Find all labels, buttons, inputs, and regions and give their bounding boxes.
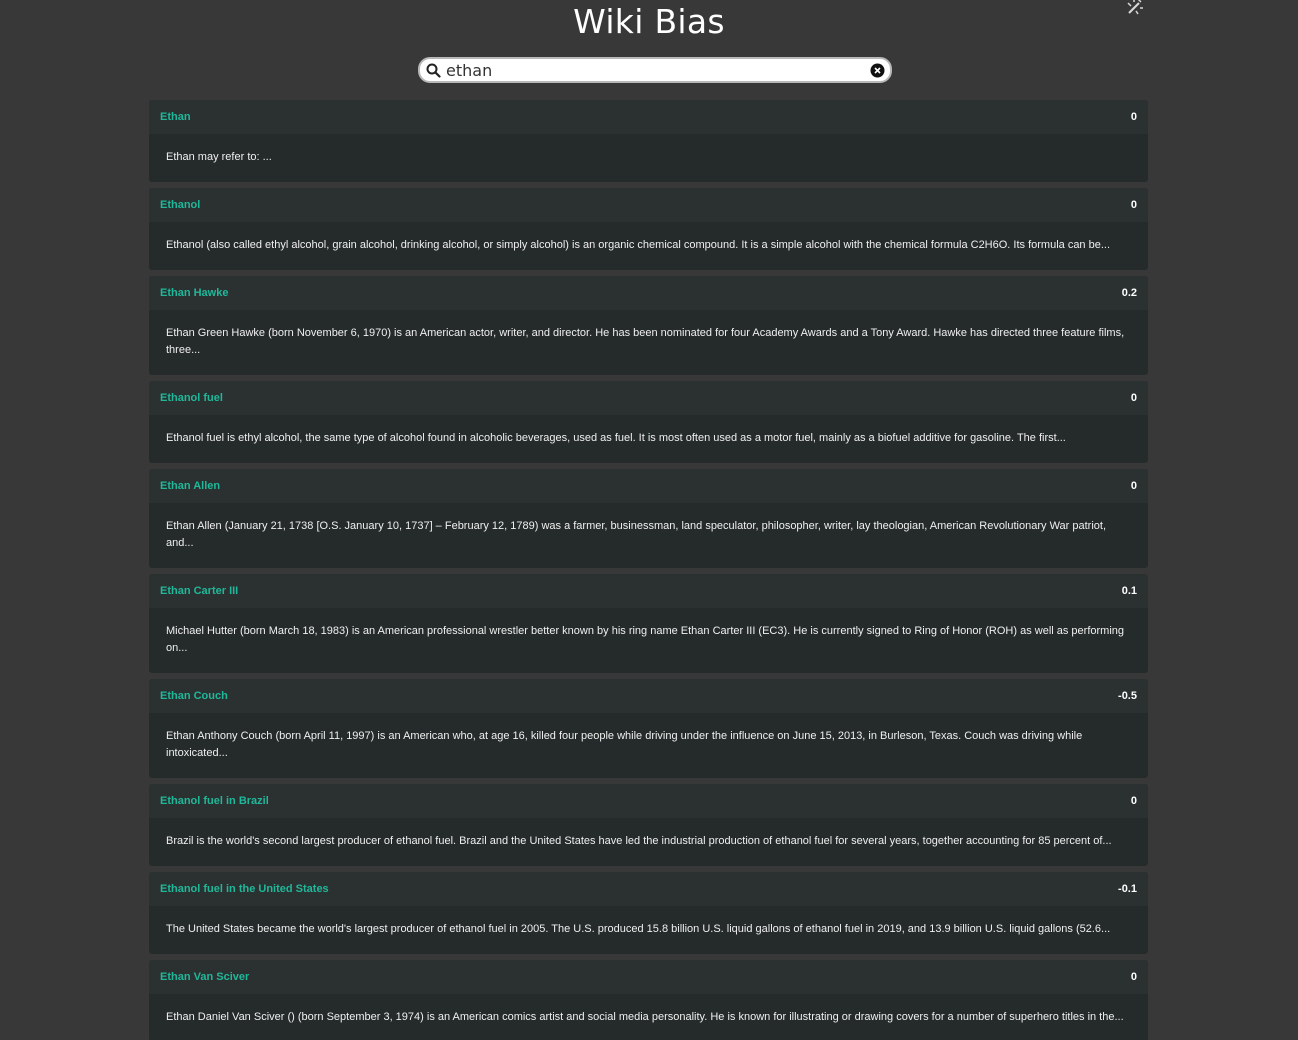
result-header: Ethan Allen 0 xyxy=(149,469,1148,503)
result-title-link[interactable]: Ethan Allen xyxy=(160,480,220,492)
result-summary: Brazil is the world's second largest pro… xyxy=(166,835,1112,847)
result-title-link[interactable]: Ethan xyxy=(160,111,191,123)
result-summary: Ethan Allen (January 21, 1738 [O.S. Janu… xyxy=(166,520,1107,549)
result-header: Ethanol fuel in Brazil 0 xyxy=(149,784,1148,818)
result-summary: Ethan may refer to: ... xyxy=(166,151,272,163)
result-title-link[interactable]: Ethanol fuel in the United States xyxy=(160,883,329,895)
bias-score: 0 xyxy=(1130,199,1137,211)
result-summary: Ethan Green Hawke (born November 6, 1970… xyxy=(166,327,1125,356)
result-card: Ethanol 0 Ethanol (also called ethyl alc… xyxy=(149,188,1148,270)
bias-score: 0.2 xyxy=(1121,287,1137,299)
result-header: Ethanol fuel 0 xyxy=(149,381,1148,415)
result-summary: Michael Hutter (born March 18, 1983) is … xyxy=(166,625,1125,654)
result-card: Ethan Hawke 0.2 Ethan Green Hawke (born … xyxy=(149,276,1148,375)
result-title-link[interactable]: Ethanol xyxy=(160,199,200,211)
magic-wand-icon[interactable] xyxy=(1124,0,1146,18)
result-header: Ethan 0 xyxy=(149,100,1148,134)
bias-score: 0 xyxy=(1130,480,1137,492)
bias-score: -0.1 xyxy=(1118,883,1137,895)
page: Wiki Bias Et xyxy=(0,0,1298,1040)
result-card: Ethan 0 Ethan may refer to: ... xyxy=(149,100,1148,182)
result-title-link[interactable]: Ethan Carter III xyxy=(160,585,238,597)
bias-score: 0.1 xyxy=(1121,585,1137,597)
bias-score: 0 xyxy=(1130,392,1137,404)
result-header: Ethan Van Sciver 0 xyxy=(149,960,1148,994)
result-summary: Ethan Anthony Couch (born April 11, 1997… xyxy=(166,730,1083,759)
search-icon xyxy=(426,63,441,78)
clear-icon[interactable] xyxy=(870,63,885,78)
result-header: Ethan Couch -0.5 xyxy=(149,679,1148,713)
result-card: Ethan Couch -0.5 Ethan Anthony Couch (bo… xyxy=(149,679,1148,778)
result-title-link[interactable]: Ethan Van Sciver xyxy=(160,971,249,983)
result-card: Ethan Allen 0 Ethan Allen (January 21, 1… xyxy=(149,469,1148,568)
bias-score: 0 xyxy=(1130,795,1137,807)
page-title: Wiki Bias xyxy=(573,2,725,41)
result-summary: Ethanol (also called ethyl alcohol, grai… xyxy=(166,239,1111,251)
bias-score: 0 xyxy=(1130,111,1137,123)
result-title-link[interactable]: Ethanol fuel xyxy=(160,392,223,404)
result-title-link[interactable]: Ethanol fuel in Brazil xyxy=(160,795,269,807)
result-title-link[interactable]: Ethan Hawke xyxy=(160,287,228,299)
result-summary: Ethan Daniel Van Sciver () (born Septemb… xyxy=(166,1011,1124,1023)
bias-score: -0.5 xyxy=(1118,690,1137,702)
result-card: Ethan Carter III 0.1 Michael Hutter (bor… xyxy=(149,574,1148,673)
result-card: Ethanol fuel in Brazil 0 Brazil is the w… xyxy=(149,784,1148,866)
result-header: Ethan Carter III 0.1 xyxy=(149,574,1148,608)
result-card: Ethanol fuel 0 Ethanol fuel is ethyl alc… xyxy=(149,381,1148,463)
bias-score: 0 xyxy=(1130,971,1137,983)
result-header: Ethanol fuel in the United States -0.1 xyxy=(149,872,1148,906)
result-card: Ethan Van Sciver 0 Ethan Daniel Van Sciv… xyxy=(149,960,1148,1040)
result-header: Ethanol 0 xyxy=(149,188,1148,222)
search-bar xyxy=(418,57,892,83)
result-title-link[interactable]: Ethan Couch xyxy=(160,690,228,702)
search-input[interactable] xyxy=(446,59,866,81)
result-summary: The United States became the world's lar… xyxy=(166,923,1111,935)
result-header: Ethan Hawke 0.2 xyxy=(149,276,1148,310)
results-list: Ethan 0 Ethan may refer to: ... Ethanol … xyxy=(149,100,1148,1040)
result-card: Ethanol fuel in the United States -0.1 T… xyxy=(149,872,1148,954)
result-summary: Ethanol fuel is ethyl alcohol, the same … xyxy=(166,432,1066,444)
